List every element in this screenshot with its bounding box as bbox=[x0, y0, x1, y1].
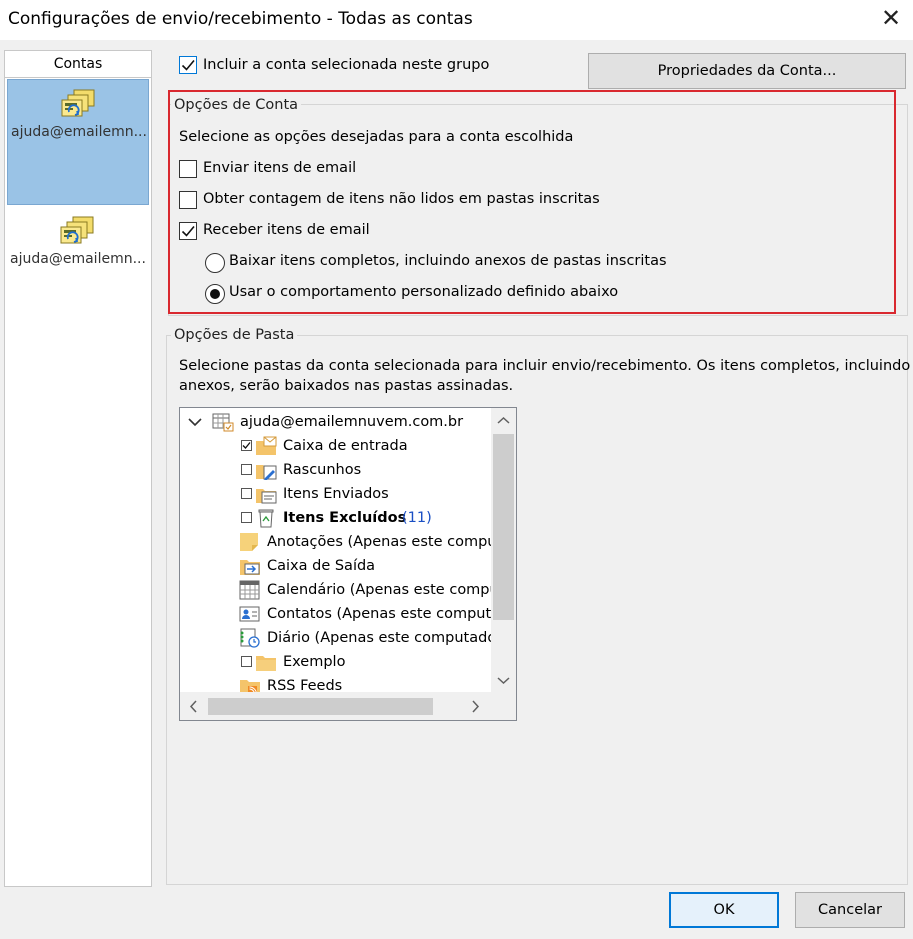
scroll-up-icon[interactable] bbox=[497, 416, 510, 425]
tree-item-itens-excluidos[interactable]: Itens Excluídos (11) bbox=[180, 506, 491, 530]
cancel-button[interactable]: Cancelar bbox=[795, 892, 905, 928]
inbox-folder-icon bbox=[256, 436, 277, 455]
scrollbar-corner bbox=[491, 692, 516, 720]
tree-item-label: Anotações (Apenas este comput bbox=[267, 534, 503, 550]
vertical-scroll-thumb[interactable] bbox=[493, 434, 514, 620]
folder-options-title: Opções de Pasta bbox=[171, 327, 298, 343]
tree-item-label: Rascunhos bbox=[283, 462, 362, 478]
outbox-icon bbox=[240, 560, 260, 575]
tree-item-label: Calendário (Apenas este comput bbox=[267, 582, 505, 598]
download-full-radio[interactable] bbox=[205, 253, 225, 273]
radio-dot-icon bbox=[210, 289, 220, 299]
tree-item-contatos[interactable]: Contatos (Apenas este computad bbox=[180, 602, 509, 626]
calendar-icon bbox=[239, 580, 260, 600]
folder-icon bbox=[256, 656, 276, 671]
account-options-title: Opções de Conta bbox=[171, 97, 302, 113]
receive-items-label: Receber itens de email bbox=[203, 222, 370, 238]
account-sendreceive-icon bbox=[61, 89, 95, 117]
download-full-label: Baixar itens completos, incluindo anexos… bbox=[229, 253, 667, 269]
journal-icon bbox=[240, 628, 260, 648]
include-account-label: Incluir a conta selecionada neste grupo bbox=[203, 57, 490, 73]
tree-item-diario[interactable]: Diário (Apenas este computador bbox=[180, 626, 502, 650]
mailbox-icon bbox=[212, 413, 234, 432]
contacts-icon bbox=[239, 606, 260, 622]
tree-item-label: Diário (Apenas este computador bbox=[267, 630, 503, 646]
account-sendreceive-icon bbox=[60, 216, 94, 244]
tree-item-itens-enviados[interactable]: Itens Enviados bbox=[180, 482, 491, 506]
title-bar: Configurações de envio/recebimento - Tod… bbox=[0, 0, 913, 40]
folder-checkbox[interactable] bbox=[241, 488, 252, 499]
checkmark-icon bbox=[181, 59, 195, 71]
tree-item-label: Caixa de Saída bbox=[267, 558, 376, 574]
tree-item-rascunhos[interactable]: Rascunhos bbox=[180, 458, 491, 482]
accounts-list[interactable]: Contas ajuda@emailemn... ajuda@emailemn.… bbox=[4, 50, 152, 887]
tree-item-label: Exemplo bbox=[283, 654, 346, 670]
chevron-down-icon[interactable] bbox=[188, 417, 202, 427]
folder-checkbox[interactable] bbox=[241, 464, 252, 475]
horizontal-scroll-thumb[interactable] bbox=[208, 698, 433, 715]
folder-options-description-1: Selecione pastas da conta selecionada pa… bbox=[179, 358, 911, 374]
account-item-2[interactable]: ajuda@emailemn... bbox=[7, 207, 149, 333]
tree-item-calendario[interactable]: Calendário (Apenas este comput bbox=[180, 578, 504, 602]
account-properties-button[interactable]: Propriedades da Conta... bbox=[588, 53, 906, 89]
notes-icon bbox=[240, 533, 258, 551]
ok-button[interactable]: OK bbox=[669, 892, 779, 928]
unread-count: (11) bbox=[402, 510, 432, 526]
tree-item-caixa-de-saida[interactable]: Caixa de Saída bbox=[180, 554, 491, 578]
tree-root[interactable]: ajuda@emailemnuvem.com.br bbox=[180, 410, 491, 434]
horizontal-scrollbar[interactable] bbox=[180, 692, 491, 720]
tree-item-exemplo[interactable]: Exemplo bbox=[180, 650, 491, 674]
drafts-folder-icon bbox=[256, 465, 277, 480]
account-item-1[interactable]: ajuda@emailemn... bbox=[7, 79, 149, 205]
checkmark-icon bbox=[181, 225, 195, 237]
receive-items-checkbox[interactable] bbox=[179, 222, 197, 240]
account-options-description: Selecione as opções desejadas para a con… bbox=[179, 129, 574, 145]
tree-root-label: ajuda@emailemnuvem.com.br bbox=[240, 414, 464, 430]
scroll-down-icon[interactable] bbox=[497, 676, 510, 685]
recycle-bin-icon bbox=[258, 509, 274, 528]
tree-item-label: Contatos (Apenas este computad bbox=[267, 606, 510, 622]
accounts-header: Contas bbox=[5, 51, 151, 78]
send-items-checkbox[interactable] bbox=[179, 160, 197, 178]
custom-behavior-radio[interactable] bbox=[205, 284, 225, 304]
unread-count-checkbox[interactable] bbox=[179, 191, 197, 209]
account-label: ajuda@emailemn... bbox=[11, 124, 147, 140]
window-title: Configurações de envio/recebimento - Tod… bbox=[8, 9, 473, 29]
scroll-right-icon[interactable] bbox=[471, 700, 480, 713]
folder-options-description-2: anexos, serão baixados nas pastas assina… bbox=[179, 378, 514, 394]
tree-item-label: Caixa de entrada bbox=[283, 438, 408, 454]
tree-item-anotacoes[interactable]: Anotações (Apenas este comput bbox=[180, 530, 502, 554]
checkmark-icon bbox=[242, 442, 251, 449]
unread-count-label: Obter contagem de itens não lidos em pas… bbox=[203, 191, 600, 207]
folder-checkbox[interactable] bbox=[241, 512, 252, 523]
custom-behavior-label: Usar o comportamento personalizado defin… bbox=[229, 284, 619, 300]
account-label: ajuda@emailemn... bbox=[10, 251, 146, 267]
tree-item-caixa-de-entrada[interactable]: Caixa de entrada bbox=[180, 434, 491, 458]
folder-checkbox[interactable] bbox=[241, 440, 252, 451]
tree-item-label: Itens Enviados bbox=[283, 486, 389, 502]
tree-item-label: Itens Excluídos bbox=[283, 510, 407, 526]
folder-tree[interactable]: ajuda@emailemnuvem.com.br Caixa de entra… bbox=[179, 407, 517, 721]
send-items-label: Enviar itens de email bbox=[203, 160, 357, 176]
sent-folder-icon bbox=[256, 489, 277, 504]
vertical-scrollbar[interactable] bbox=[491, 408, 516, 692]
close-icon[interactable]: ✕ bbox=[876, 4, 906, 34]
scroll-left-icon[interactable] bbox=[189, 700, 198, 713]
folder-checkbox[interactable] bbox=[241, 656, 252, 667]
include-account-checkbox[interactable] bbox=[179, 56, 197, 74]
